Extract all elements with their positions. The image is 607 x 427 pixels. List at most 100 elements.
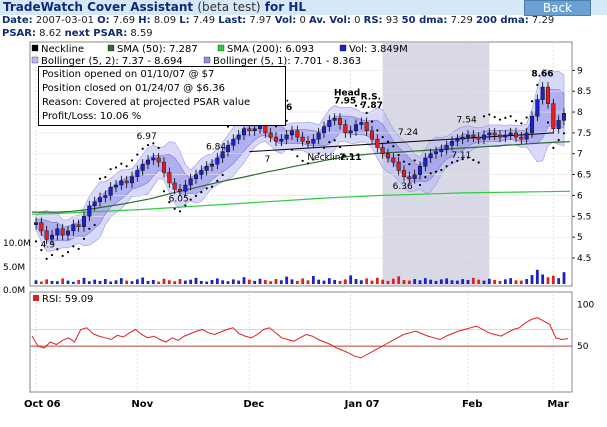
candle-down [370, 130, 375, 140]
volume-bar [541, 274, 545, 284]
candle-up [204, 166, 209, 171]
candle-up [482, 134, 487, 140]
candle-down [396, 161, 401, 171]
candle-up [466, 134, 471, 138]
volume-bar [98, 280, 102, 284]
psar-dot [429, 172, 432, 175]
psar-dot [445, 165, 448, 168]
price-chart: RSI: 59.09 9 8.5 8 7.5 7 6.5 6 5.5 5 4.5 10.0M 5.0M… [3, 41, 594, 410]
psar-dot [509, 115, 512, 118]
psar-dot [322, 146, 326, 150]
x-tick-label: Oct 06 [24, 399, 61, 410]
volume-bar [274, 279, 278, 284]
x-tick-label: Mar [547, 399, 569, 410]
psar-dot [477, 161, 480, 164]
candle-up [225, 145, 230, 152]
volume-bar [162, 278, 166, 284]
psar-dot [50, 253, 54, 257]
volume-bar [194, 277, 198, 284]
psar-dot [130, 159, 134, 162]
psar-dot [82, 237, 86, 240]
volume-bar [338, 280, 342, 284]
candle-down [167, 172, 172, 184]
candle-up [540, 86, 545, 100]
candle-up [450, 141, 455, 146]
psar-dot [536, 83, 539, 87]
volume-bar [61, 278, 65, 284]
chart-annotation: 7.24 [398, 128, 418, 138]
candle-down [514, 132, 519, 138]
candle-up [220, 151, 225, 159]
candle-down [375, 138, 380, 148]
psar-dot [152, 142, 155, 145]
volume-bar [349, 275, 353, 284]
volume-bar [231, 279, 235, 284]
psar-dot [413, 159, 416, 162]
volume-bar [269, 281, 273, 284]
candle-down [546, 86, 551, 104]
rsi-tick-label: 100 [577, 300, 594, 310]
volume-bar [461, 279, 465, 284]
psar-dot [301, 159, 304, 162]
volume-bar [391, 278, 395, 284]
candle-up [209, 163, 214, 167]
price-tick-label: 6.5 [577, 171, 591, 181]
candle-down [476, 136, 481, 140]
volume-bar [205, 281, 209, 284]
x-tick-label: Nov [131, 399, 153, 410]
candle-up [530, 116, 535, 134]
candle-down [492, 132, 497, 136]
candle-up [311, 138, 316, 144]
volume-bar [562, 272, 566, 284]
volume-bar [455, 280, 459, 284]
volume-bar [119, 278, 123, 284]
legend-entry: SMA (50): 7.287 [117, 44, 198, 55]
candle-up [103, 195, 108, 198]
chart-annotation: 7.11 [451, 151, 471, 161]
candle-up [50, 234, 55, 240]
psar-dot [56, 248, 59, 251]
psar-dot [61, 254, 64, 258]
candle-up [455, 138, 460, 142]
volume-bar [135, 279, 139, 284]
psar-dot [157, 146, 160, 150]
candle-up [348, 130, 353, 134]
volume-bar [423, 278, 427, 284]
volume-bar [477, 279, 481, 284]
price-tick-label: 8 [577, 108, 583, 118]
position-info-box: Position opened on 01/10/07 @ $7 Positio… [38, 66, 286, 126]
volume-bar [253, 280, 257, 284]
volume-bar [290, 279, 294, 284]
chart-annotation: 7.54 [457, 115, 477, 125]
price-tick-label: 9 [577, 66, 583, 76]
candle-up [316, 132, 321, 140]
price-tick-label: 4.5 [577, 254, 591, 264]
x-tick-label: Jan 07 [344, 399, 380, 410]
chart-annotation: 7.87 [361, 101, 383, 111]
candle-up [183, 184, 188, 192]
psar-dot [136, 153, 139, 156]
psar-dot [290, 148, 294, 151]
candle-down [551, 103, 556, 129]
candle-down [386, 153, 391, 159]
candle-up [65, 230, 70, 236]
price-tick-label: 8.5 [577, 87, 591, 97]
legend-swatch [339, 44, 347, 52]
candle-down [124, 180, 129, 184]
candle-up [423, 157, 428, 167]
candle-up [199, 170, 204, 175]
psar-dot [114, 166, 118, 169]
volume-bar [237, 280, 241, 284]
candle-up [434, 151, 439, 154]
volume-bar [141, 277, 145, 284]
candle-down [39, 222, 44, 232]
volume-bar [258, 278, 262, 284]
candle-down [338, 118, 343, 125]
volume-bar [263, 279, 267, 284]
candle-up [556, 120, 561, 129]
volume-bar [343, 279, 347, 284]
candle-down [519, 136, 524, 140]
volume-bar [386, 280, 390, 284]
volume-tick-label: 10.0M [3, 239, 31, 249]
candle-down [44, 230, 49, 240]
